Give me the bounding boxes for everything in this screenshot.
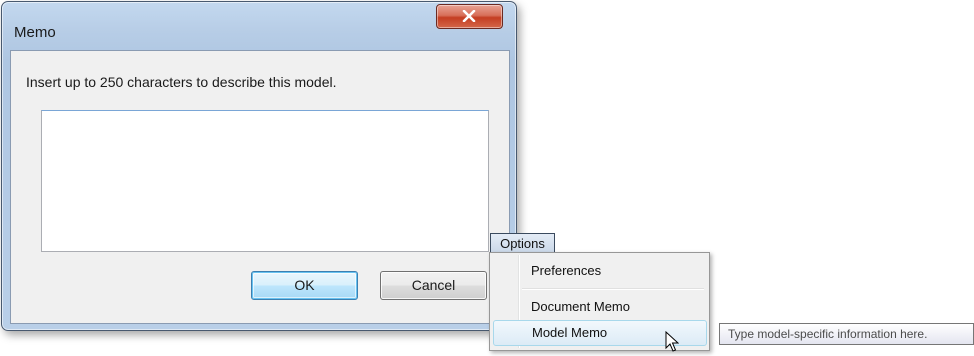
memo-text-area[interactable] (41, 110, 489, 252)
tooltip: Type model-specific information here. (719, 323, 974, 345)
dialog-client-area: Insert up to 250 characters to describe … (10, 50, 510, 324)
cancel-button[interactable]: Cancel (380, 271, 487, 300)
menu-item-document-memo[interactable]: Document Memo (492, 295, 707, 318)
close-icon (462, 10, 476, 22)
menu-item-preferences[interactable]: Preferences (492, 259, 707, 282)
menu-separator (522, 288, 704, 290)
ok-button[interactable]: OK (251, 271, 358, 300)
instruction-label: Insert up to 250 characters to describe … (26, 74, 337, 90)
dialog-title: Memo (14, 24, 56, 41)
arrow-cursor-icon (665, 331, 679, 352)
options-menu-title[interactable]: Options (490, 233, 555, 253)
close-button[interactable] (436, 4, 503, 29)
memo-dialog: Memo Insert up to 250 characters to desc… (1, 1, 517, 331)
